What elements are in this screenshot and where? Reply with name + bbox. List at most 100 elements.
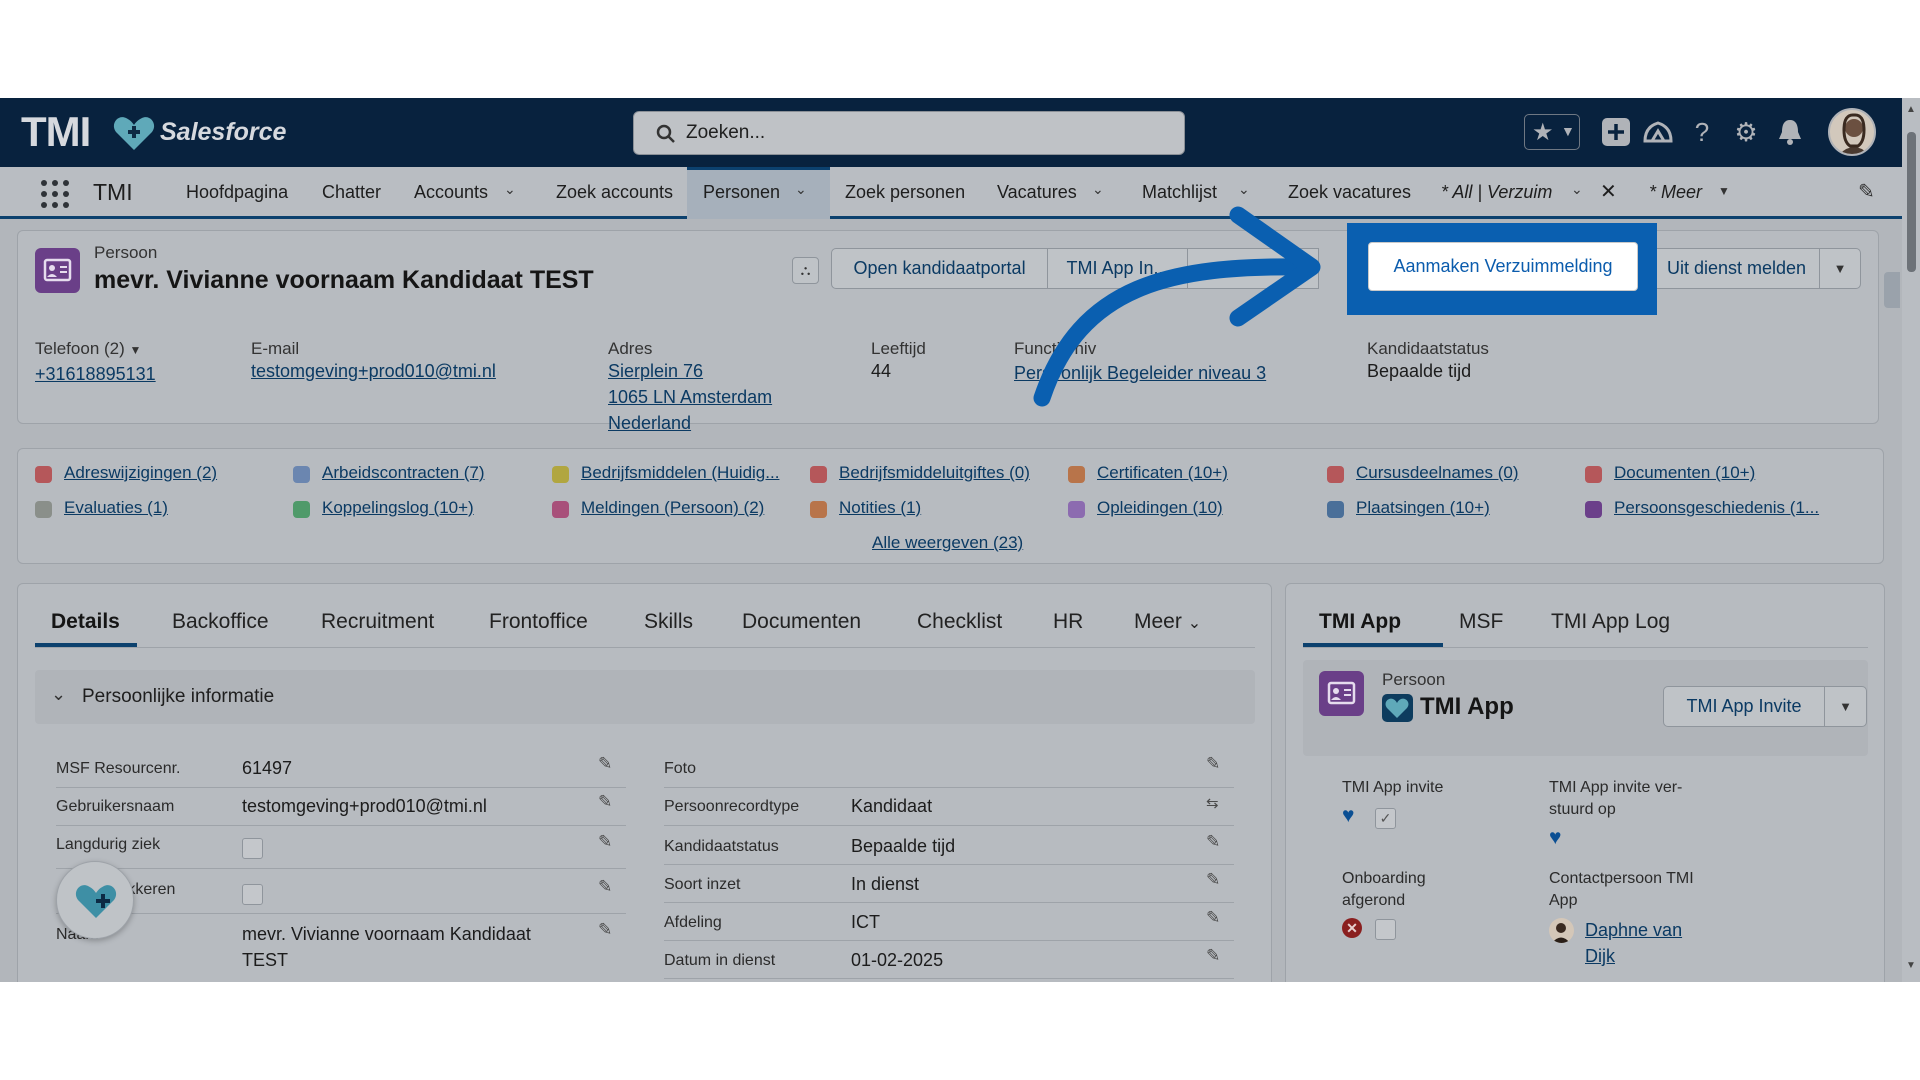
- scroll-up-icon[interactable]: ▲: [1906, 104, 1916, 115]
- edit-nav-pencil-icon[interactable]: ✎: [1858, 179, 1875, 204]
- nav-zoek-accounts[interactable]: Zoek accounts: [556, 182, 673, 203]
- nav-zoek-personen[interactable]: Zoek personen: [845, 182, 965, 203]
- related-list-link[interactable]: Persoonsgeschiedenis (1...: [1614, 498, 1819, 518]
- tab-skills[interactable]: Skills: [644, 610, 693, 634]
- nav-matchlijst[interactable]: Matchlijst: [1142, 182, 1217, 203]
- tab-frontoffice[interactable]: Frontoffice: [489, 610, 588, 634]
- chevron-down-icon[interactable]: ⌄: [1238, 181, 1250, 198]
- tab-backoffice[interactable]: Backoffice: [172, 610, 269, 634]
- edit-pencil-icon[interactable]: ✎: [598, 754, 612, 774]
- address-line-3[interactable]: Nederland: [608, 413, 691, 434]
- tab-checklist[interactable]: Checklist: [917, 610, 1002, 634]
- utility-panel-toggle[interactable]: [1884, 272, 1900, 308]
- address-line-2[interactable]: 1065 LN Amsterdam: [608, 387, 772, 408]
- app-launcher-icon[interactable]: [40, 179, 70, 209]
- search-placeholder: Zoeken...: [686, 122, 766, 143]
- tab-details[interactable]: Details: [51, 610, 120, 634]
- scrollbar-thumb[interactable]: [1907, 132, 1916, 272]
- edit-pencil-icon[interactable]: ✎: [1206, 946, 1220, 966]
- scroll-down-icon[interactable]: ▼: [1906, 960, 1916, 971]
- notifications-bell-icon[interactable]: [1770, 112, 1810, 152]
- address-line-1[interactable]: Sierplein 76: [608, 361, 703, 382]
- tmi-app-invite-button[interactable]: TMI App Invite: [1663, 686, 1825, 727]
- contact-link[interactable]: Daphne van: [1585, 920, 1682, 941]
- checkbox-langdurig-ziek[interactable]: [242, 838, 263, 859]
- contact-link-line-2[interactable]: Dijk: [1585, 946, 1615, 967]
- tab-recruitment[interactable]: Recruitment: [321, 610, 434, 634]
- settings-gear-icon[interactable]: ⚙: [1726, 112, 1766, 152]
- nav-zoek-vacatures[interactable]: Zoek vacatures: [1288, 182, 1411, 203]
- tab-hr[interactable]: HR: [1053, 610, 1083, 634]
- field-value: mevr. Vivianne voornaam Kandidaat: [242, 924, 531, 944]
- edit-pencil-icon[interactable]: ✎: [1206, 832, 1220, 852]
- related-list-link[interactable]: Arbeidscontracten (7): [322, 463, 485, 483]
- open-kandidaatportal-button[interactable]: Open kandidaatportal: [831, 248, 1048, 289]
- tmi-app-floating-button[interactable]: [56, 861, 134, 939]
- page-scrollbar[interactable]: ▲ ▼: [1902, 98, 1920, 982]
- related-list-link[interactable]: Notities (1): [839, 498, 921, 518]
- section-header[interactable]: ⌄ Persoonlijke informatie: [35, 670, 1255, 724]
- related-list-link[interactable]: Plaatsingen (10+): [1356, 498, 1490, 518]
- tab-documenten[interactable]: Documenten: [742, 610, 861, 634]
- tmi-logo[interactable]: TMI: [21, 108, 91, 156]
- side-tab-msf[interactable]: MSF: [1459, 610, 1503, 634]
- change-record-type-icon[interactable]: ⇆: [1206, 794, 1219, 812]
- field-divider: [56, 868, 626, 869]
- chevron-down-icon[interactable]: ⌄: [1092, 181, 1104, 198]
- close-tab-icon[interactable]: ✕: [1600, 179, 1617, 204]
- trailhead-icon[interactable]: [1638, 112, 1678, 152]
- email-link[interactable]: testomgeving+prod010@tmi.nl: [251, 361, 496, 382]
- logo-text: TMI: [21, 108, 91, 155]
- nav-chatter[interactable]: Chatter: [322, 182, 381, 203]
- edit-pencil-icon[interactable]: ✎: [598, 792, 612, 812]
- nav-meer[interactable]: * Meer: [1649, 182, 1702, 203]
- related-list-link[interactable]: Bedrijfsmiddeluitgiftes (0): [839, 463, 1030, 483]
- phone-link[interactable]: +31618895131: [35, 364, 156, 385]
- tab-meer[interactable]: Meer ⌄: [1134, 610, 1201, 634]
- show-all-related-link[interactable]: Alle weergeven (23): [872, 533, 1023, 553]
- global-actions-icon[interactable]: [1596, 112, 1636, 152]
- related-list-link[interactable]: Adreswijzigingen (2): [64, 463, 217, 483]
- edit-pencil-icon[interactable]: ✎: [1206, 908, 1220, 928]
- chevron-down-icon[interactable]: ⌄: [504, 181, 516, 198]
- nav-all-verzuim[interactable]: * All | Verzuim: [1441, 182, 1552, 203]
- edit-pencil-icon[interactable]: ✎: [1206, 754, 1220, 774]
- edit-pencil-icon[interactable]: ✎: [1206, 870, 1220, 890]
- field-label: Contactpersoon TMI: [1549, 870, 1694, 887]
- related-list-link[interactable]: Evaluaties (1): [64, 498, 168, 518]
- uit-dienst-melden-button[interactable]: Uit dienst melden: [1653, 248, 1820, 289]
- more-actions-dropdown[interactable]: ▼: [1819, 248, 1861, 289]
- edit-pencil-icon[interactable]: ✎: [598, 832, 612, 852]
- user-avatar[interactable]: [1828, 108, 1876, 156]
- related-list-link[interactable]: Documenten (10+): [1614, 463, 1755, 483]
- related-list-link[interactable]: Cursusdeelnames (0): [1356, 463, 1519, 483]
- field-label: Foto: [664, 760, 697, 777]
- side-tab-tmi-app-log[interactable]: TMI App Log: [1551, 610, 1670, 634]
- checkbox-onboarding[interactable]: [1375, 919, 1396, 940]
- chevron-down-icon[interactable]: ⌄: [795, 181, 807, 198]
- chevron-down-icon[interactable]: ▼: [130, 343, 142, 357]
- chevron-down-icon[interactable]: ⌄: [1571, 181, 1583, 198]
- related-list-link[interactable]: Meldingen (Persoon) (2): [581, 498, 764, 518]
- related-list-link[interactable]: Certificaten (10+): [1097, 463, 1228, 483]
- aanmaken-verzuimmelding-button[interactable]: Aanmaken Verzuimmelding: [1368, 242, 1638, 291]
- field-divider: [664, 978, 1234, 979]
- edit-pencil-icon[interactable]: ✎: [598, 920, 612, 940]
- nav-personen[interactable]: Personen: [703, 182, 780, 203]
- nav-vacatures[interactable]: Vacatures: [997, 182, 1077, 203]
- help-icon[interactable]: ?: [1682, 112, 1722, 152]
- related-list-link[interactable]: Koppelingslog (10+): [322, 498, 474, 518]
- checkbox-field[interactable]: [242, 884, 263, 905]
- global-search[interactable]: Zoeken...: [633, 111, 1185, 155]
- related-list-link[interactable]: Bedrijfsmiddelen (Huidig...: [581, 463, 779, 483]
- hierarchy-icon[interactable]: ⛬: [792, 257, 819, 284]
- chevron-down-icon[interactable]: ▼: [1718, 184, 1730, 198]
- edit-pencil-icon[interactable]: ✎: [598, 877, 612, 897]
- invite-dropdown-button[interactable]: ▼: [1824, 686, 1867, 727]
- nav-hoofdpagina[interactable]: Hoofdpagina: [186, 182, 288, 203]
- checkbox-invite[interactable]: ✓: [1375, 808, 1396, 829]
- side-tab-tmi-app[interactable]: TMI App: [1319, 610, 1401, 634]
- favorites-button[interactable]: ★ ▼: [1524, 114, 1580, 150]
- related-list-link[interactable]: Opleidingen (10): [1097, 498, 1223, 518]
- nav-accounts[interactable]: Accounts: [414, 182, 488, 203]
